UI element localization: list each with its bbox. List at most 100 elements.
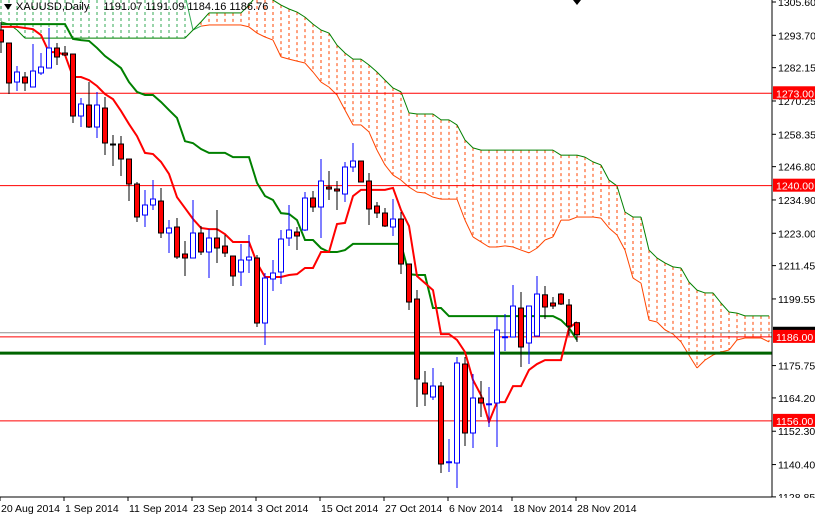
candle xyxy=(454,357,460,489)
candle xyxy=(246,235,252,274)
candle xyxy=(222,235,228,258)
senkou-span-b-segment xyxy=(384,79,394,89)
candle-body-bull xyxy=(318,180,324,208)
symbol-timeframe: XAUUSD,Daily xyxy=(16,1,90,13)
candle-body-bull xyxy=(302,197,308,231)
candle xyxy=(374,202,380,219)
level-price-label: 1273.00 xyxy=(776,88,814,100)
candle xyxy=(158,188,164,239)
senkou-span-b-segment xyxy=(624,211,634,218)
candle xyxy=(382,208,388,228)
level-price-label: 1156.00 xyxy=(776,416,813,428)
senkou-span-a-segment xyxy=(320,81,330,88)
candle-body-bear xyxy=(158,200,164,234)
senkou-span-b-segment xyxy=(392,87,402,93)
senkou-span-a-segment xyxy=(432,196,442,200)
candle xyxy=(438,382,444,474)
senkou-span-b-segment xyxy=(696,289,706,294)
candle-body-bull xyxy=(454,362,460,464)
senkou-span-b-segment xyxy=(320,29,330,34)
senkou-span-a-segment xyxy=(536,239,546,249)
candle-body-bear xyxy=(22,76,28,84)
senkou-span-b-segment xyxy=(272,0,282,6)
candle xyxy=(70,53,76,124)
senkou-span-b-segment xyxy=(336,44,346,54)
candle-body-bull xyxy=(526,305,532,344)
candle xyxy=(134,182,140,223)
senkou-span-a-segment xyxy=(256,32,266,38)
candle xyxy=(30,44,36,88)
candle-body-bull xyxy=(446,461,452,464)
candle xyxy=(118,136,124,177)
candle-body-bear xyxy=(294,231,300,237)
senkou-span-b-segment xyxy=(312,23,322,31)
candle-body-bear xyxy=(254,257,260,324)
time-tick-label: 28 Nov 2014 xyxy=(577,503,637,515)
candle-body-bear xyxy=(230,255,236,277)
candle-body-bear xyxy=(326,186,332,190)
kijun-sen-line xyxy=(1,23,578,341)
senkou-span-b-segment xyxy=(688,281,698,291)
senkou-span-a-segment xyxy=(512,246,522,251)
senkou-span-b-segment xyxy=(464,139,474,149)
price-axis-bg xyxy=(773,0,815,516)
senkou-span-a-segment xyxy=(608,227,618,236)
time-tick-label: 15 Oct 2014 xyxy=(321,503,378,515)
candle-body-bear xyxy=(366,180,372,210)
candle-body-bear xyxy=(414,298,420,380)
candle xyxy=(542,286,548,320)
price-tick-label: 1305.60 xyxy=(778,0,815,9)
candle-body-bear xyxy=(334,188,340,192)
senkou-span-b-segment xyxy=(344,52,354,60)
senkou-span-b-segment xyxy=(592,161,602,166)
senkou-span-b-segment xyxy=(672,266,682,269)
senkou-span-b-segment xyxy=(608,179,618,187)
candle-body-bull xyxy=(342,166,348,195)
candle xyxy=(446,439,452,473)
senkou-span-b-segment xyxy=(288,8,298,13)
candle-body-bear xyxy=(478,397,484,404)
candle-body-bear xyxy=(310,197,316,208)
candle xyxy=(350,143,356,173)
candle-body-bull xyxy=(350,160,356,168)
candle-body-bull xyxy=(238,259,244,273)
candle-body-bear xyxy=(398,218,404,265)
dropdown-triangle-icon[interactable] xyxy=(4,4,12,10)
candle xyxy=(206,229,212,279)
candle xyxy=(182,241,188,277)
senkou-span-a-segment xyxy=(664,329,674,335)
time-tick-label: 3 Oct 2014 xyxy=(257,503,309,515)
candle-body-bull xyxy=(534,293,540,337)
senkou-span-b-segment xyxy=(648,249,658,259)
senkou-span-a-segment xyxy=(600,217,610,229)
candle xyxy=(494,317,500,448)
candle xyxy=(6,42,12,95)
senkou-span-a-segment xyxy=(280,56,290,60)
ichimoku-cloud xyxy=(0,0,770,369)
senkou-span-b-segment xyxy=(552,149,562,156)
price-chart[interactable]: 1305.601293.701282.151270.251258.351246.… xyxy=(0,0,815,516)
senkou-span-a-segment xyxy=(480,241,490,248)
candle-body-bull xyxy=(142,204,148,216)
candle-body-bear xyxy=(62,52,68,56)
chart-shift-marker-icon[interactable] xyxy=(573,0,581,5)
senkou-span-b-segment xyxy=(16,29,26,39)
senkou-span-a-segment xyxy=(760,337,770,343)
senkou-span-b-segment xyxy=(296,11,306,18)
senkou-span-a-segment xyxy=(304,62,314,73)
time-axis: 20 Aug 2014 1 Sep 2014 11 Sep 2014 23 Sep 2… xyxy=(0,496,815,516)
candle-body-bull xyxy=(166,227,172,234)
price-tick-label: 1234.90 xyxy=(778,195,815,207)
candle xyxy=(190,200,196,259)
price-tick-label: 1199.55 xyxy=(778,294,815,306)
candle xyxy=(534,276,540,337)
chart-header: XAUUSD,Daily 1191.07 1191.09 1184.16 118… xyxy=(4,1,268,13)
time-tick-label: 23 Sep 2014 xyxy=(193,503,253,515)
senkou-span-a-segment xyxy=(344,109,354,126)
senkou-span-b-segment xyxy=(200,12,210,23)
time-tick-label: 6 Nov 2014 xyxy=(449,503,503,515)
candle-body-bull xyxy=(494,329,500,404)
candle xyxy=(62,46,68,57)
senkou-span-a-segment xyxy=(360,124,370,133)
candle-body-bull xyxy=(278,238,284,273)
